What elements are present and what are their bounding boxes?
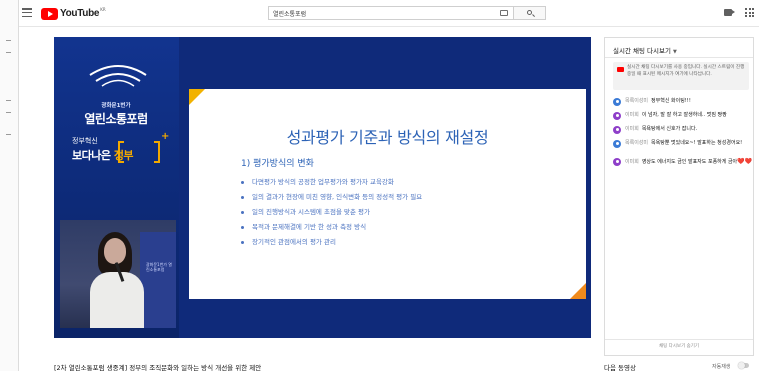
- strip-tick: [6, 112, 11, 113]
- slide-bullet: 목적과 문제해결에 기반 한 성과 측정 방식: [241, 220, 422, 235]
- avatar: [613, 126, 621, 134]
- slogan-line-2: 보다나은 정부: [72, 147, 134, 163]
- presentation-slide: 성과평가 기준과 방식의 재설정 1) 평가방식의 변화 다면평가 방식의 공정…: [189, 89, 586, 299]
- divider: [605, 57, 753, 58]
- palace-roof-icon: [89, 65, 147, 87]
- keyboard-icon[interactable]: [500, 10, 508, 16]
- brand-subtitle: 광화문1번가: [101, 103, 131, 109]
- chat-message-body: 목록이성미 정부혁신 화이팅!!!: [625, 98, 753, 105]
- left-edge-strip: [0, 0, 19, 371]
- slide-bullet: 일의 진행방식과 시스템에 초점을 맞춘 평가: [241, 205, 422, 220]
- logo-text: YouTube: [60, 8, 100, 19]
- slide-bullets: 다면평가 방식의 공정한 업무평가와 평가자 교육강화 일의 결과가 현장에 미…: [241, 175, 422, 250]
- podium-banner-text: 광화문1번가 열린소통포럼: [146, 262, 172, 272]
- create-video-icon[interactable]: [724, 9, 735, 16]
- podium-banner: 광화문1번가 열린소통포럼: [140, 232, 176, 328]
- avatar: [613, 98, 621, 106]
- slide-bullet: 일의 결과가 현장에 미친 영향, 인식변화 등의 정성적 평가 필요: [241, 190, 422, 205]
- search-icon: [527, 10, 532, 15]
- slide-title: 성과평가 기준과 방식의 재설정: [286, 128, 489, 147]
- plus-icon: +: [161, 131, 170, 142]
- chat-text: 정부혁신 화이팅!!!: [651, 98, 691, 104]
- top-bar: YouTube KR: [19, 0, 759, 27]
- chat-author[interactable]: 이미희: [625, 126, 639, 132]
- avatar: [613, 158, 621, 166]
- heart-icon: ❤️❤️: [737, 158, 753, 165]
- search-box: [268, 6, 514, 20]
- presenter-body: [90, 272, 144, 328]
- chat-replay-notice: 실시간 채팅 다시보기를 사용 중입니다. 실시간 스트림이 진행 중일 때 표…: [613, 62, 749, 90]
- slogan-line-2a: 보다나은: [72, 149, 114, 162]
- presenter-face: [104, 238, 126, 264]
- search-button[interactable]: [514, 6, 546, 20]
- chat-notice-text: 실시간 채팅 다시보기를 사용 중입니다. 실시간 스트림이 진행 중일 때 표…: [627, 65, 745, 77]
- chat-author[interactable]: 이미희: [625, 159, 639, 165]
- strip-tick: [6, 40, 11, 41]
- chat-header[interactable]: 실시간 채팅 다시보기 ▼: [613, 45, 677, 55]
- youtube-play-icon: [41, 7, 58, 20]
- chevron-down-icon: ▼: [672, 49, 677, 55]
- slogan-line-2b: 정부: [113, 149, 134, 162]
- slogan-bracket-right: [154, 141, 160, 163]
- video-branding-panel: 광화문1번가 열린소통포럼 정부혁신 + 보다나은 정부 광화문1번가 열린소통…: [54, 37, 179, 338]
- strip-tick: [6, 134, 11, 135]
- youtube-logo[interactable]: YouTube KR: [41, 7, 106, 20]
- search-input[interactable]: [269, 7, 495, 19]
- divider: [605, 339, 753, 340]
- avatar: [613, 140, 621, 148]
- slide-subtitle: 1) 평가방식의 변화: [241, 159, 314, 169]
- chat-text: 목욕탕에서 신호가 잡니다.: [641, 126, 698, 132]
- next-up-heading: 다음 동영상: [604, 364, 636, 371]
- strip-tick: [6, 52, 11, 53]
- slide-bullet: 장기적인 관점에서의 평가 관리: [241, 235, 422, 250]
- hide-chat-replay-button[interactable]: 채팅 다시보기 숨기기: [605, 343, 753, 349]
- chat-author[interactable]: 이미희: [625, 112, 639, 118]
- menu-icon[interactable]: [22, 8, 32, 18]
- slide-bullet: 다면평가 방식의 공정한 업무평가와 평가자 교육강화: [241, 175, 422, 190]
- live-chat-replay-panel: 실시간 채팅 다시보기 ▼ 실시간 채팅 다시보기를 사용 중입니다. 실시간 스…: [604, 37, 754, 356]
- autoplay-toggle[interactable]: [738, 362, 749, 369]
- chat-message-body: 이미희 목욕탕에서 신호가 잡니다.: [625, 126, 753, 133]
- slogan-line-1: 정부혁신: [72, 137, 98, 145]
- autoplay-label: 자동재생: [712, 364, 731, 370]
- youtube-icon: [617, 67, 624, 72]
- chat-author[interactable]: 목록이성미: [625, 140, 648, 146]
- video-title: [2차 열린소통포럼 생중계] 정부의 조직문화와 일하는 방식 개선을 위한 …: [54, 364, 262, 371]
- chat-message-body: 목록이성미 목욕탕뿐 멋있네요~! 발표하는 청성경어요!: [625, 140, 753, 147]
- chat-message-body: 이미희 이 넘자, 말 잘 하고 잘생하네.. 멋짐 짱짱: [625, 112, 753, 119]
- brand-title: 열린소통포럼: [84, 112, 148, 126]
- logo-region: KR: [100, 7, 106, 12]
- strip-tick: [6, 100, 11, 101]
- presenter-video: 광화문1번가 열린소통포럼: [60, 220, 176, 328]
- chat-header-label: 실시간 채팅 다시보기: [613, 47, 671, 55]
- chat-text: 목욕탕뿐 멋있네요~! 발표하는 청성경어요!: [651, 140, 743, 146]
- chat-text: 이 넘자, 말 잘 하고 잘생하네.. 멋짐 짱짱: [641, 112, 727, 118]
- avatar: [613, 112, 621, 120]
- apps-grid-icon[interactable]: [745, 8, 754, 17]
- chat-message-body: 이미희 영상도 에너지도 금인 발표자도 포퐁하게 금아❤️❤️: [625, 158, 753, 166]
- chat-author[interactable]: 목록이성미: [625, 98, 648, 104]
- youtube-page: YouTube KR 광화문1번가 열린소통포럼 정부혁신 +: [0, 0, 759, 371]
- video-player[interactable]: 광화문1번가 열린소통포럼 정부혁신 + 보다나은 정부 광화문1번가 열린소통…: [54, 37, 591, 338]
- chat-text: 영상도 에너지도 금인 발표자도 포퐁하게 금아: [641, 159, 738, 165]
